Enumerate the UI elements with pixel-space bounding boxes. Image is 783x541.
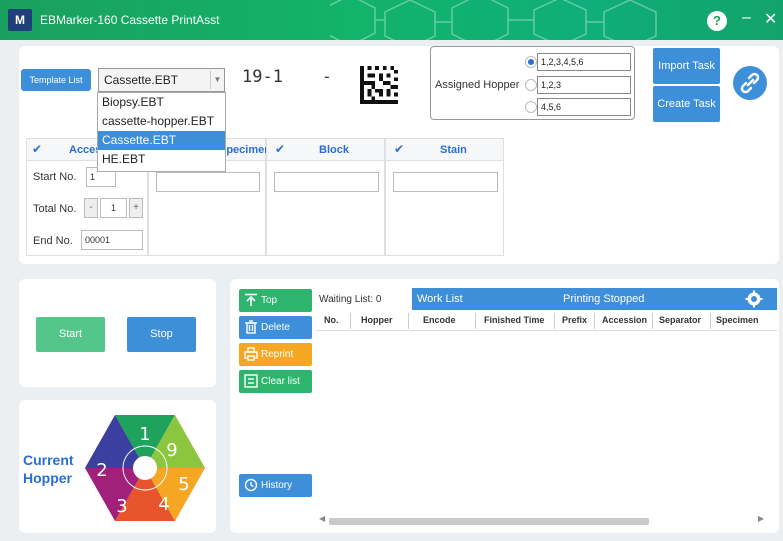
hopper-field-2[interactable]: 1,2,3: [537, 76, 631, 94]
waiting-list-count: 0: [375, 294, 382, 305]
window-title: EBMarker-160 Cassette PrintAsst: [40, 13, 220, 27]
segment-label: 3: [116, 496, 127, 517]
end-no-input[interactable]: 00001: [81, 230, 143, 250]
template-option[interactable]: Biopsy.EBT: [98, 93, 225, 112]
hopper-field-1[interactable]: 1,2,3,4,5,6: [537, 53, 631, 71]
delete-button[interactable]: Delete: [239, 316, 312, 339]
specimen-input[interactable]: [156, 172, 260, 192]
hex-pattern-decoration: [330, 0, 657, 40]
block-input[interactable]: [274, 172, 379, 192]
top-button-label: Top: [261, 295, 278, 306]
history-icon: [244, 478, 258, 492]
col-hopper: Hopper: [361, 315, 393, 325]
template-option-selected[interactable]: Cassette.EBT: [98, 131, 225, 150]
clear-list-button-label: Clear list: [261, 376, 300, 387]
current-hopper-label: Current Hopper: [23, 452, 74, 486]
history-button-label: History: [261, 480, 293, 491]
total-increment-button[interactable]: +: [129, 198, 143, 218]
stain-header: ✔ Stain: [386, 139, 503, 161]
preview-number: 19-1: [242, 67, 283, 87]
top-button[interactable]: Top: [239, 289, 312, 312]
total-decrement-button[interactable]: -: [84, 198, 98, 218]
preview-separator: -: [324, 67, 330, 86]
assigned-hopper-label: Assigned Hopper: [435, 79, 520, 91]
block-header: ✔ Block: [267, 139, 384, 161]
col-prefix: Prefix: [562, 315, 588, 325]
template-list-button[interactable]: Template List: [21, 69, 91, 91]
help-button[interactable]: ?: [707, 11, 727, 31]
link-glyph: [740, 72, 760, 94]
history-button[interactable]: History: [239, 474, 312, 497]
printer-icon: [244, 347, 258, 361]
chevron-down-icon[interactable]: ▼: [210, 71, 224, 89]
col-specimen: Specimen: [716, 315, 759, 325]
template-select[interactable]: Cassette.EBT ▼: [98, 68, 225, 92]
block-column: ✔ Block: [266, 138, 385, 256]
horizontal-scrollbar[interactable]: ◀ ▶: [319, 514, 770, 526]
gear-icon[interactable]: [745, 290, 763, 308]
datamatrix-code-icon: [360, 66, 398, 104]
clear-list-icon: [244, 374, 258, 388]
printing-status: Printing Stopped: [563, 293, 645, 305]
stain-title: Stain: [440, 144, 467, 156]
hopper-radio-1[interactable]: [525, 56, 537, 68]
work-list-title: Work List: [417, 293, 463, 305]
app-logo: M: [8, 9, 32, 31]
segment-label: 9: [166, 440, 177, 461]
stop-button[interactable]: Stop: [127, 317, 196, 352]
col-accession: Accession: [602, 315, 648, 325]
accession-checkbox-icon[interactable]: ✔: [32, 143, 44, 155]
label-preview: 19-1 -: [236, 47, 411, 116]
segment-label: 2: [96, 460, 107, 481]
stain-input[interactable]: [393, 172, 498, 192]
delete-button-label: Delete: [261, 322, 290, 333]
end-no-label: End No.: [33, 235, 73, 247]
create-task-button[interactable]: Create Task: [653, 86, 720, 122]
reprint-button[interactable]: Reprint: [239, 343, 312, 366]
template-select-value: Cassette.EBT: [104, 73, 179, 87]
hopper-radio-3[interactable]: [525, 101, 537, 113]
template-option[interactable]: HE.EBT: [98, 150, 225, 169]
scroll-left-icon[interactable]: ◀: [319, 514, 325, 523]
stain-column: ✔ Stain: [385, 138, 504, 256]
hopper-radio-2[interactable]: [525, 79, 537, 91]
close-button[interactable]: ✕: [764, 9, 777, 29]
clear-list-button[interactable]: Clear list: [239, 370, 312, 393]
col-no: No.: [324, 315, 339, 325]
link-icon[interactable]: [733, 66, 767, 100]
total-no-label: Total No.: [33, 203, 77, 215]
template-dropdown: Biopsy.EBT cassette-hopper.EBT Cassette.…: [97, 92, 226, 172]
minimize-button[interactable]: –: [742, 9, 751, 27]
start-no-label: Start No.: [33, 171, 77, 183]
work-list-header-bar: Work List Printing Stopped: [412, 288, 777, 310]
total-no-input[interactable]: 1: [100, 198, 127, 218]
reprint-button-label: Reprint: [261, 349, 294, 360]
assigned-hopper-group: Assigned Hopper 1,2,3,4,5,6 1,2,3 4,5,6: [430, 46, 635, 120]
block-checkbox-icon[interactable]: ✔: [275, 143, 287, 155]
trash-icon: [245, 320, 257, 334]
segment-label: 5: [178, 474, 189, 495]
start-button[interactable]: Start: [36, 317, 105, 352]
col-encode: Encode: [423, 315, 456, 325]
arrow-top-icon: [245, 293, 257, 306]
col-separator: Separator: [659, 315, 702, 325]
template-option[interactable]: cassette-hopper.EBT: [98, 112, 225, 131]
hopper-field-3[interactable]: 4,5,6: [537, 98, 631, 116]
segment-label: 4: [158, 494, 169, 515]
specimen-title: Specimen: [219, 144, 271, 156]
waiting-list-label: Waiting List: 0: [319, 294, 381, 305]
import-task-button[interactable]: Import Task: [653, 48, 720, 84]
scroll-right-icon[interactable]: ▶: [758, 514, 764, 523]
waiting-list-text: Waiting List:: [319, 294, 374, 305]
col-finished-time: Finished Time: [484, 315, 545, 325]
hopper-hexagon-icon: 1 9 5 4 3 2: [85, 415, 205, 521]
title-bar: M EBMarker-160 Cassette PrintAsst ? – ✕: [0, 0, 783, 40]
segment-label: 1: [139, 424, 150, 445]
work-list-table-header: No. Hopper Encode Finished Time Prefix A…: [316, 311, 777, 331]
stain-checkbox-icon[interactable]: ✔: [394, 143, 406, 155]
block-title: Block: [319, 144, 349, 156]
scroll-thumb[interactable]: [329, 518, 649, 525]
